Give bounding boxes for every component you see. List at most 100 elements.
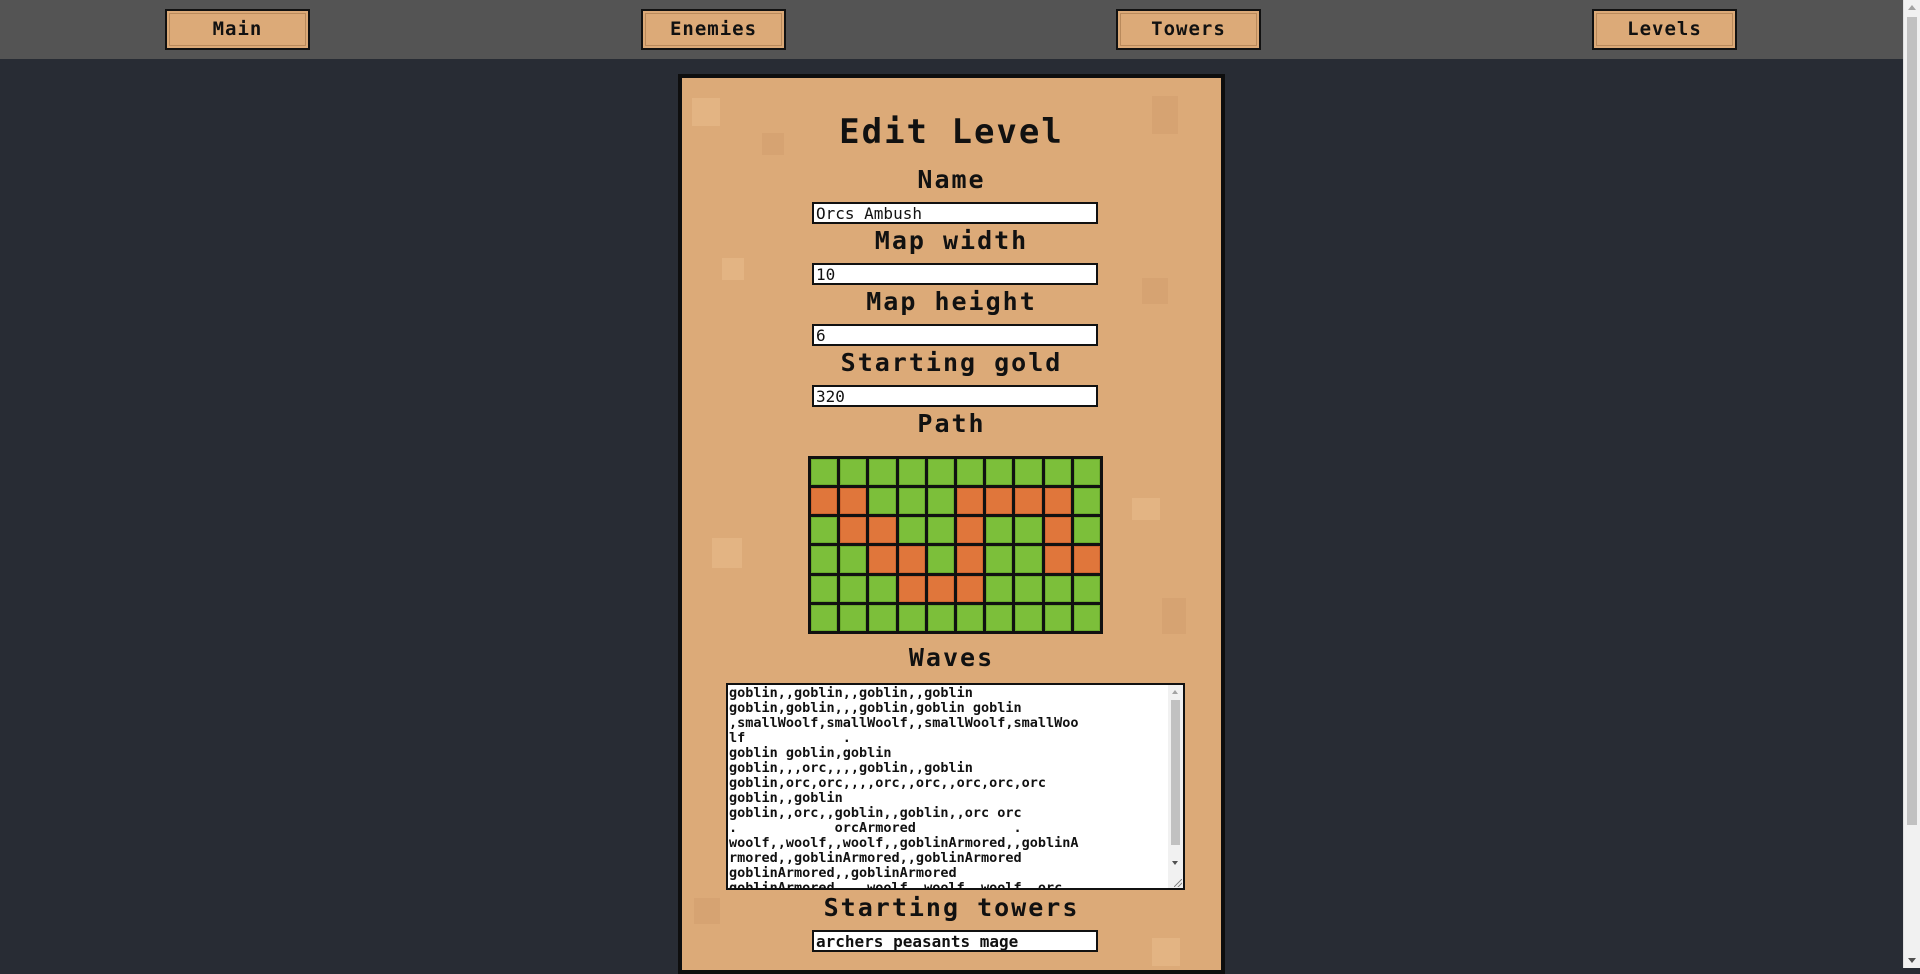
scroll-down-arrow-icon[interactable]	[1908, 958, 1916, 963]
path-cell[interactable]	[898, 575, 925, 602]
grass-cell[interactable]	[1073, 517, 1100, 544]
grass-cell[interactable]	[927, 546, 954, 573]
path-cell[interactable]	[840, 517, 867, 544]
waves-line: goblinArmored,,,,woolf,,woolf,,woolf,,or…	[729, 880, 1063, 890]
waves-line: lf .	[729, 730, 851, 746]
grass-cell[interactable]	[840, 459, 867, 486]
grass-cell[interactable]	[927, 488, 954, 515]
path-cell[interactable]	[898, 546, 925, 573]
grass-cell[interactable]	[1073, 488, 1100, 515]
grass-cell[interactable]	[1015, 604, 1042, 631]
waves-line: rmored,,goblinArmored,,goblinArmored	[729, 850, 1022, 866]
map-height-input[interactable]	[812, 324, 1098, 346]
grass-cell[interactable]	[986, 575, 1013, 602]
path-cell[interactable]	[927, 575, 954, 602]
grass-cell[interactable]	[869, 604, 896, 631]
path-cell[interactable]	[869, 546, 896, 573]
path-cell[interactable]	[869, 517, 896, 544]
waves-line: goblin,,goblin,,goblin,,goblin	[729, 685, 973, 701]
path-grid	[808, 456, 1103, 634]
scroll-down-arrow-icon[interactable]	[1172, 861, 1178, 865]
top-nav-bar: Main Enemies Towers Levels	[0, 0, 1903, 59]
waves-label: Waves	[908, 643, 995, 672]
waves-textarea[interactable]: goblin,,goblin,,goblin,,goblin goblin,gob…	[726, 683, 1185, 890]
waves-line: goblin,,goblin	[729, 790, 843, 806]
map-height-label: Map height	[866, 287, 1037, 316]
waves-line: ,smallWoolf,smallWoolf,,smallWoolf,small…	[729, 715, 1079, 731]
path-cell[interactable]	[840, 488, 867, 515]
waves-line: . orcArmored .	[729, 820, 1022, 836]
path-cell[interactable]	[1044, 546, 1071, 573]
grass-cell[interactable]	[986, 546, 1013, 573]
scroll-up-arrow-icon[interactable]	[1172, 690, 1178, 694]
starting-gold-input[interactable]	[812, 385, 1098, 407]
texture-speck	[1132, 498, 1160, 520]
grass-cell[interactable]	[898, 459, 925, 486]
grass-cell[interactable]	[957, 459, 984, 486]
path-cell[interactable]	[1015, 488, 1042, 515]
path-cell[interactable]	[957, 517, 984, 544]
grass-cell[interactable]	[957, 604, 984, 631]
grass-cell[interactable]	[927, 517, 954, 544]
nav-levels-button[interactable]: Levels	[1592, 9, 1737, 50]
grass-cell[interactable]	[1015, 546, 1042, 573]
page-scrollbar[interactable]	[1903, 0, 1920, 968]
nav-enemies-button[interactable]: Enemies	[641, 9, 786, 50]
grass-cell[interactable]	[811, 546, 838, 573]
grass-cell[interactable]	[986, 517, 1013, 544]
grass-cell[interactable]	[1044, 575, 1071, 602]
grass-cell[interactable]	[1015, 517, 1042, 544]
path-cell[interactable]	[986, 488, 1013, 515]
grass-cell[interactable]	[986, 459, 1013, 486]
grass-cell[interactable]	[1073, 604, 1100, 631]
grass-cell[interactable]	[840, 604, 867, 631]
grass-cell[interactable]	[811, 575, 838, 602]
grass-cell[interactable]	[1073, 459, 1100, 486]
nav-main-button[interactable]: Main	[165, 9, 310, 50]
starting-gold-label: Starting gold	[840, 348, 1063, 377]
grass-cell[interactable]	[869, 575, 896, 602]
grass-cell[interactable]	[840, 575, 867, 602]
grass-cell[interactable]	[869, 459, 896, 486]
grass-cell[interactable]	[1015, 459, 1042, 486]
waves-line: goblinArmored,,goblinArmored	[729, 865, 957, 881]
name-input[interactable]	[812, 202, 1098, 224]
starting-towers-input[interactable]	[812, 930, 1098, 952]
nav-towers-button[interactable]: Towers	[1116, 9, 1261, 50]
grass-cell[interactable]	[840, 546, 867, 573]
path-cell[interactable]	[957, 575, 984, 602]
page-scroll-thumb[interactable]	[1907, 17, 1917, 825]
scroll-up-arrow-icon[interactable]	[1908, 5, 1916, 10]
texture-speck	[722, 258, 744, 280]
grass-cell[interactable]	[927, 459, 954, 486]
starting-towers-label: Starting towers	[823, 893, 1080, 922]
grass-cell[interactable]	[898, 604, 925, 631]
path-cell[interactable]	[1044, 488, 1071, 515]
path-cell[interactable]	[811, 488, 838, 515]
grass-cell[interactable]	[898, 488, 925, 515]
grass-cell[interactable]	[986, 604, 1013, 631]
grass-cell[interactable]	[811, 517, 838, 544]
waves-scrollbar[interactable]	[1168, 685, 1183, 888]
grass-cell[interactable]	[898, 517, 925, 544]
waves-scroll-thumb[interactable]	[1171, 700, 1180, 845]
grass-cell[interactable]	[1044, 604, 1071, 631]
name-label: Name	[917, 165, 986, 194]
grass-cell[interactable]	[811, 459, 838, 486]
map-width-label: Map width	[874, 226, 1029, 255]
grass-cell[interactable]	[1044, 459, 1071, 486]
grass-cell[interactable]	[1073, 575, 1100, 602]
grass-cell[interactable]	[1015, 575, 1042, 602]
path-cell[interactable]	[957, 488, 984, 515]
grass-cell[interactable]	[927, 604, 954, 631]
grass-cell[interactable]	[811, 604, 838, 631]
path-cell[interactable]	[1073, 546, 1100, 573]
map-width-input[interactable]	[812, 263, 1098, 285]
texture-speck	[1152, 938, 1180, 966]
waves-text: goblin,,goblin,,goblin,,goblin goblin,gob…	[729, 685, 1165, 890]
path-cell[interactable]	[957, 546, 984, 573]
grass-cell[interactable]	[869, 488, 896, 515]
waves-line: goblin,,orc,,goblin,,goblin,,orc orc	[729, 805, 1022, 821]
resize-grip-icon[interactable]	[1174, 879, 1182, 887]
path-cell[interactable]	[1044, 517, 1071, 544]
